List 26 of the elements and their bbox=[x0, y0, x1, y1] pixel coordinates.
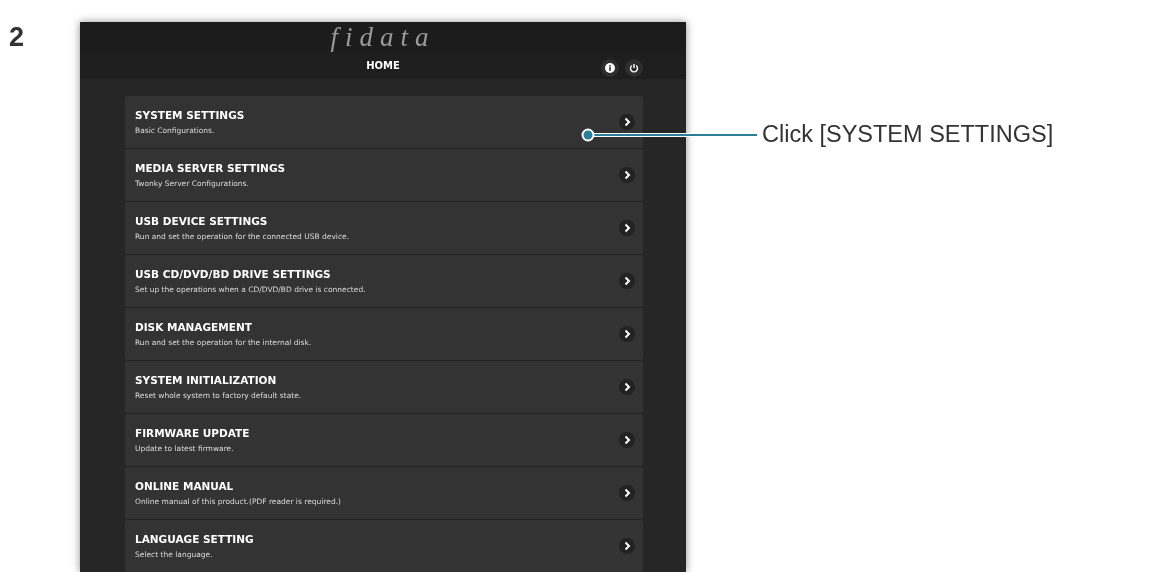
chevron-icon bbox=[619, 326, 635, 342]
menu-item-title: USB DEVICE SETTINGS bbox=[135, 215, 269, 227]
callout-text: Click [SYSTEM SETTINGS] bbox=[762, 121, 1054, 148]
chevron-icon bbox=[619, 167, 635, 183]
menu-item-title: SYSTEM SETTINGS bbox=[135, 109, 246, 121]
menu-item-title: LANGUAGE SETTING bbox=[135, 533, 255, 545]
step-number: 2 bbox=[9, 22, 26, 53]
menu-item-title: SYSTEM INITIALIZATION bbox=[135, 374, 278, 386]
menu-item-title: DISK MANAGEMENT bbox=[135, 321, 253, 333]
chevron-icon bbox=[619, 432, 635, 448]
chevron-icon bbox=[619, 538, 635, 554]
logo: fidata bbox=[330, 22, 436, 52]
menu-item-title: MEDIA SERVER SETTINGS bbox=[135, 162, 287, 174]
power-button[interactable] bbox=[625, 59, 643, 77]
page-title: HOME bbox=[366, 60, 400, 71]
menu-item-title: USB CD/DVD/BD DRIVE SETTINGS bbox=[135, 268, 332, 280]
chevron-icon bbox=[619, 379, 635, 395]
chevron-icon bbox=[619, 220, 635, 236]
chevron-icon bbox=[619, 114, 635, 130]
info-button[interactable] bbox=[601, 59, 619, 77]
info-icon bbox=[605, 63, 615, 73]
power-icon bbox=[629, 63, 639, 73]
chevron-icon bbox=[619, 273, 635, 289]
chevron-icon bbox=[619, 485, 635, 501]
menu-item-title: FIRMWARE UPDATE bbox=[135, 427, 251, 439]
menu-item-title: ONLINE MANUAL bbox=[135, 480, 235, 492]
